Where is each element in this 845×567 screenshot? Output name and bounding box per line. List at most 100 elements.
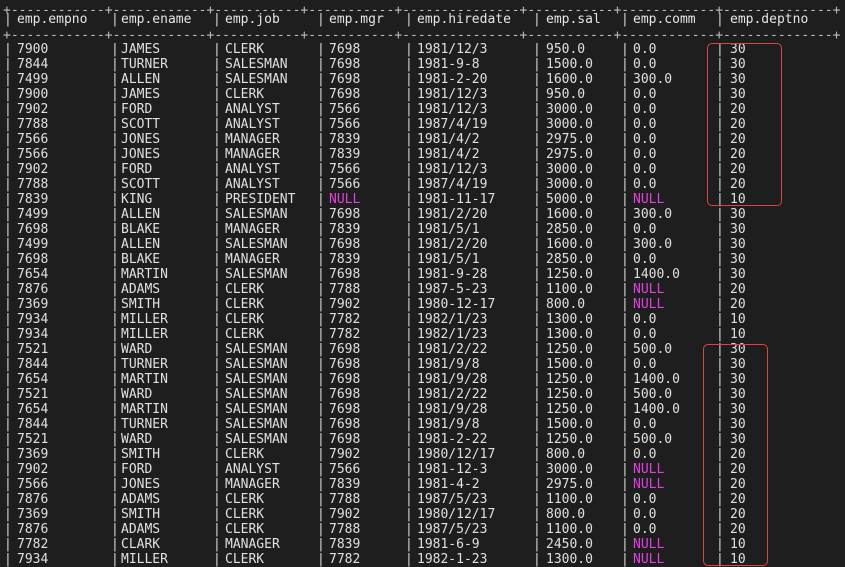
column-separator: | xyxy=(716,357,724,372)
cell-sal: 950.0 xyxy=(546,42,586,57)
column-separator: | xyxy=(317,42,325,57)
cell-ename: SMITH xyxy=(121,297,161,312)
cell-deptno: 10 xyxy=(730,192,746,207)
column-separator: | xyxy=(621,147,629,162)
column-separator: | xyxy=(213,447,221,462)
column-separator: | xyxy=(111,267,119,282)
column-separator: | xyxy=(716,117,724,132)
cell-mgr: 7839 xyxy=(329,537,361,552)
cell-deptno: 20 xyxy=(730,462,746,477)
column-separator: | xyxy=(111,57,119,72)
cell-empno: 7566 xyxy=(17,477,49,492)
cell-ename: TURNER xyxy=(121,417,168,432)
cell-mgr: 7788 xyxy=(329,282,361,297)
cell-ename: ALLEN xyxy=(121,237,161,252)
column-separator: | xyxy=(533,102,541,117)
column-separator: | xyxy=(405,447,413,462)
cell-comm: 1400.0 xyxy=(633,267,680,282)
column-separator: | xyxy=(405,552,413,567)
column-separator: | xyxy=(4,132,12,147)
column-separator: | xyxy=(405,222,413,237)
cell-job: ANALYST xyxy=(225,177,280,192)
cell-sal: 3000.0 xyxy=(546,102,593,117)
cell-comm: 0.0 xyxy=(633,102,657,117)
column-separator: | xyxy=(533,12,541,27)
column-separator: | xyxy=(213,57,221,72)
cell-sal: 950.0 xyxy=(546,87,586,102)
cell-comm: 300.0 xyxy=(633,72,673,87)
cell-hiredate: 1981-2-20 xyxy=(417,72,488,87)
cell-hiredate: 1982/1/23 xyxy=(417,312,488,327)
cell-hiredate: 1981/2/22 xyxy=(417,387,488,402)
cell-ename: ADAMS xyxy=(121,522,161,537)
cell-mgr: 7839 xyxy=(329,252,361,267)
cell-empno: 7499 xyxy=(17,237,49,252)
column-separator: | xyxy=(716,132,724,147)
cell-comm: 300.0 xyxy=(633,207,673,222)
column-separator: | xyxy=(716,42,724,57)
cell-job: CLERK xyxy=(225,522,265,537)
column-separator: | xyxy=(716,417,724,432)
cell-empno: 7654 xyxy=(17,402,49,417)
cell-deptno: 20 xyxy=(730,132,746,147)
column-separator: | xyxy=(533,462,541,477)
column-separator: | xyxy=(4,192,12,207)
cell-hiredate: 1981/12/3 xyxy=(417,87,488,102)
cell-sal: 1600.0 xyxy=(546,72,593,87)
column-separator: | xyxy=(213,42,221,57)
cell-sal: 1250.0 xyxy=(546,372,593,387)
column-separator: | xyxy=(317,402,325,417)
column-separator: | xyxy=(621,372,629,387)
column-separator: | xyxy=(405,372,413,387)
cell-empno: 7902 xyxy=(17,162,49,177)
column-separator: | xyxy=(213,507,221,522)
cell-ename: FORD xyxy=(121,462,153,477)
column-separator: | xyxy=(111,462,119,477)
cell-comm: 500.0 xyxy=(633,387,673,402)
column-separator: | xyxy=(111,537,119,552)
cell-deptno: 20 xyxy=(730,147,746,162)
column-separator: | xyxy=(621,357,629,372)
cell-job: ANALYST xyxy=(225,102,280,117)
column-separator: | xyxy=(533,387,541,402)
cell-sal: 800.0 xyxy=(546,297,586,312)
column-separator: | xyxy=(621,282,629,297)
column-separator: | xyxy=(111,147,119,162)
column-separator: | xyxy=(213,327,221,342)
column-separator: | xyxy=(716,297,724,312)
cell-sal: 2975.0 xyxy=(546,132,593,147)
column-separator: | xyxy=(405,117,413,132)
cell-comm: 0.0 xyxy=(633,147,657,162)
cell-sal: 3000.0 xyxy=(546,462,593,477)
column-separator: | xyxy=(317,477,325,492)
cell-hiredate: 1980/12/17 xyxy=(417,507,496,522)
column-separator: | xyxy=(405,102,413,117)
column-separator: | xyxy=(317,237,325,252)
cell-ename: SMITH xyxy=(121,447,161,462)
column-separator: | xyxy=(716,477,724,492)
column-separator: | xyxy=(405,357,413,372)
column-separator: | xyxy=(533,417,541,432)
column-separator: | xyxy=(213,402,221,417)
column-separator: | xyxy=(317,147,325,162)
cell-mgr: 7698 xyxy=(329,387,361,402)
cell-comm: 0.0 xyxy=(633,222,657,237)
cell-empno: 7566 xyxy=(17,147,49,162)
column-separator: | xyxy=(621,102,629,117)
column-separator: | xyxy=(405,162,413,177)
cell-job: MANAGER xyxy=(225,252,280,267)
column-separator: | xyxy=(213,192,221,207)
column-separator: | xyxy=(533,357,541,372)
cell-hiredate: 1981/12/3 xyxy=(417,162,488,177)
cell-mgr: 7698 xyxy=(329,42,361,57)
cell-sal: 2850.0 xyxy=(546,252,593,267)
cell-sal: 1100.0 xyxy=(546,282,593,297)
cell-ename: ALLEN xyxy=(121,72,161,87)
cell-mgr: 7839 xyxy=(329,222,361,237)
cell-hiredate: 1981-12-3 xyxy=(417,462,488,477)
column-separator: | xyxy=(111,282,119,297)
column-separator: | xyxy=(317,417,325,432)
cell-deptno: 30 xyxy=(730,357,746,372)
cell-mgr: 7698 xyxy=(329,402,361,417)
column-separator: | xyxy=(4,477,12,492)
